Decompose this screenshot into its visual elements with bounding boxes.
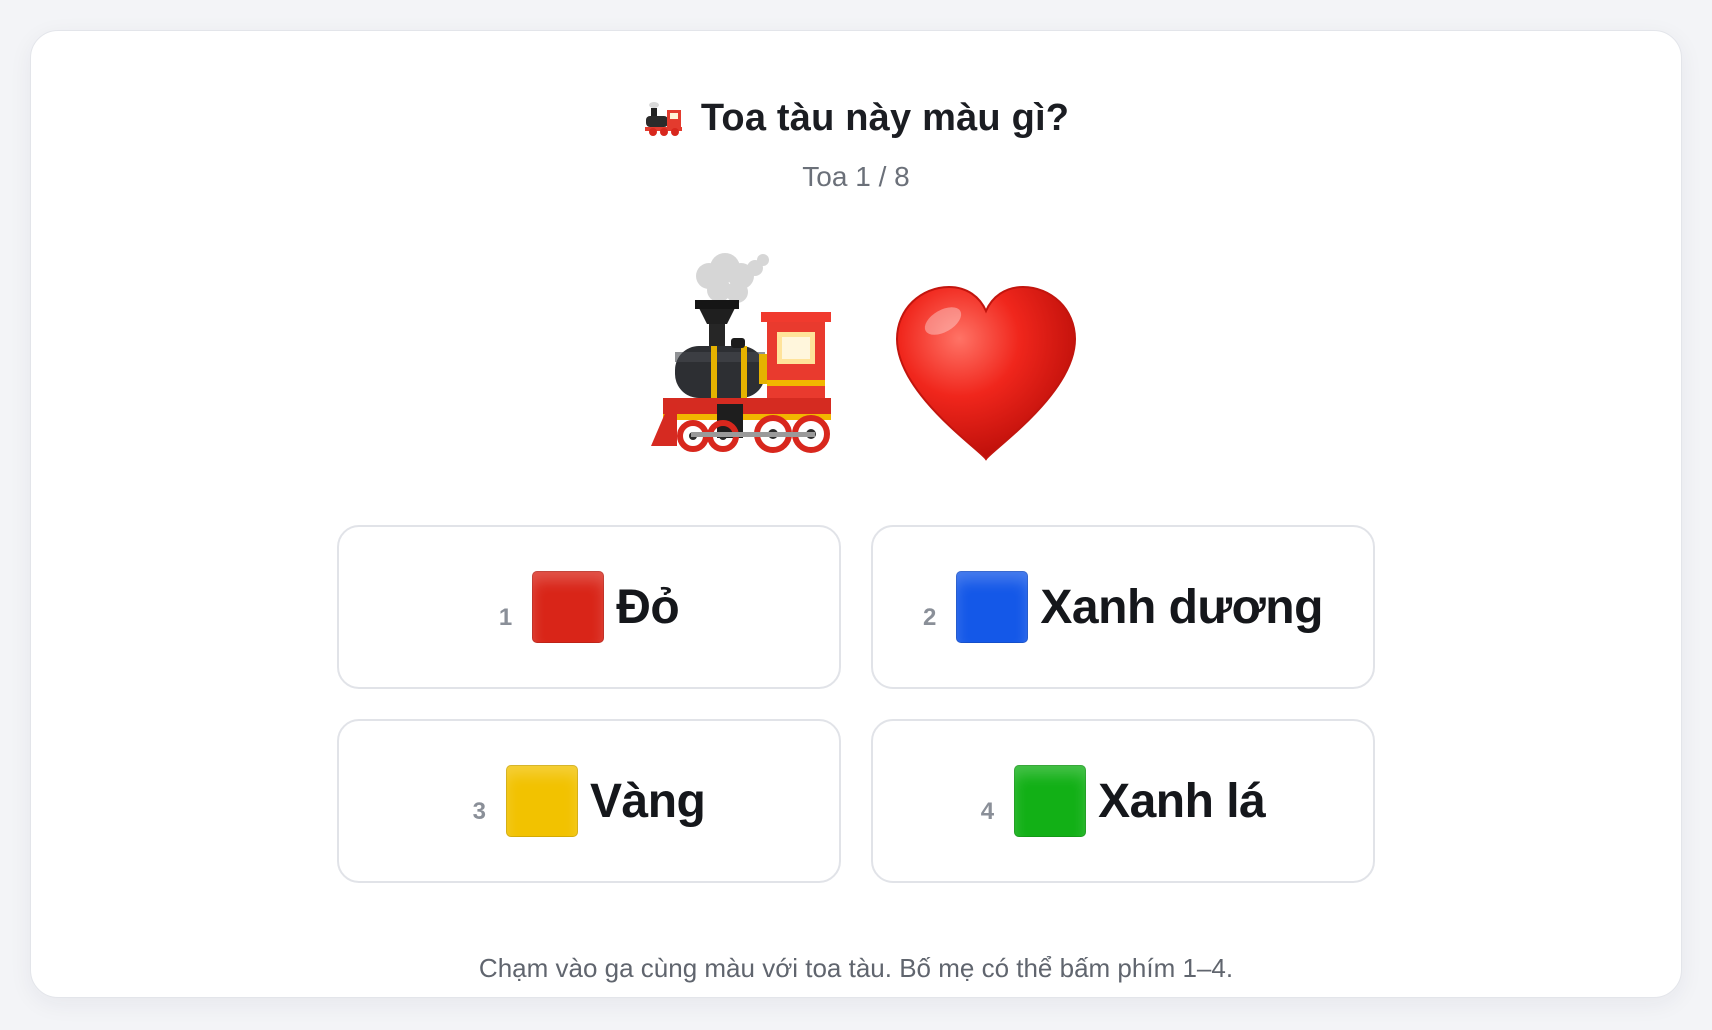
option-label: Xanh lá <box>1098 774 1266 828</box>
red-square-icon <box>532 571 605 643</box>
option-number: 3 <box>472 798 486 825</box>
answer-grid: 1 Đỏ 2 Xanh dương 3 Vàng 4 Xanh lá <box>337 525 1377 883</box>
option-number: 2 <box>923 604 937 631</box>
page-title: Toa tàu này màu gì? <box>700 97 1070 139</box>
answer-button-green[interactable]: 4 Xanh lá <box>871 719 1375 883</box>
train-stage <box>651 246 1081 471</box>
option-label: Vàng <box>590 774 706 828</box>
option-label: Xanh dương <box>1040 580 1323 634</box>
blue-square-icon <box>956 571 1029 643</box>
answer-button-yellow[interactable]: 3 Vàng <box>337 719 841 883</box>
steam-locomotive-icon <box>651 253 831 453</box>
car-progress: Toa 1 / 8 <box>802 161 910 192</box>
quiz-card: Toa tàu này màu gì? Toa 1 / 8 1 Đỏ 2 Xan… <box>30 30 1682 998</box>
instruction-hint: Chạm vào ga cùng màu với toa tàu. Bố mẹ … <box>478 953 1234 983</box>
yellow-square-icon <box>506 765 578 837</box>
option-label: Đỏ <box>616 580 680 634</box>
option-number: 1 <box>498 604 513 631</box>
answer-button-blue[interactable]: 2 Xanh dương <box>871 525 1375 689</box>
title-row: Toa tàu này màu gì? <box>31 97 1681 140</box>
locomotive-icon <box>644 101 682 136</box>
green-square-icon <box>1014 765 1087 837</box>
option-number: 4 <box>980 798 995 825</box>
red-heart-icon <box>895 285 1077 461</box>
answer-button-red[interactable]: 1 Đỏ <box>337 525 841 689</box>
